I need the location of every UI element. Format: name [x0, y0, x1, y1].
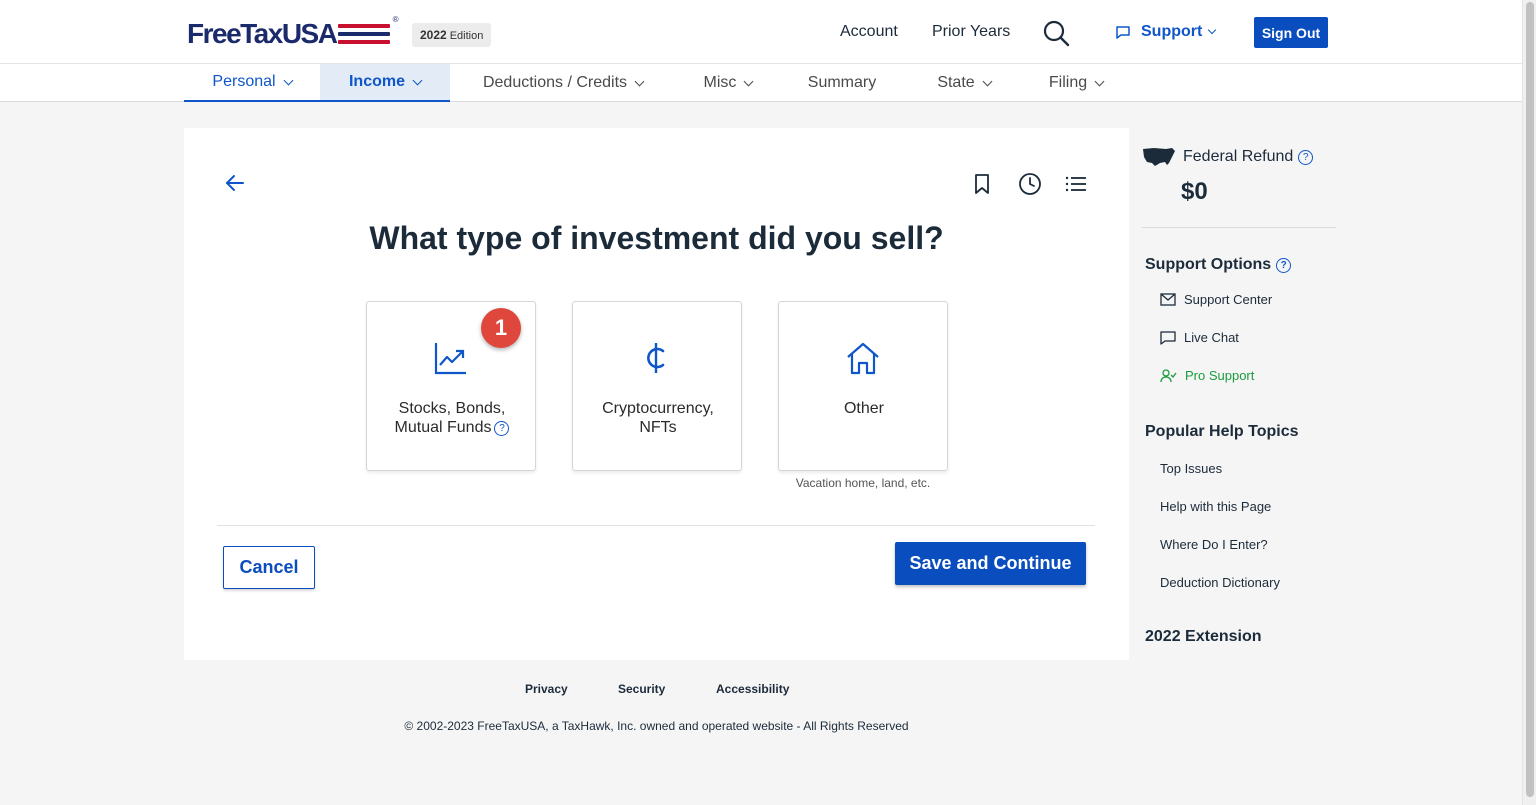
popular-help-topics-heading: Popular Help Topics — [1145, 423, 1299, 440]
help-question-icon[interactable]: ? — [494, 421, 510, 436]
top-header: FreeTaxUSA ® 2022 Edition Account Prior Y… — [0, 0, 1522, 64]
list-menu-icon[interactable] — [1064, 172, 1088, 196]
sign-out-button[interactable]: Sign Out — [1254, 17, 1328, 48]
support-menu[interactable]: Support — [1115, 23, 1217, 41]
history-clock-icon[interactable] — [1018, 172, 1042, 196]
tab-label: Personal — [212, 73, 276, 90]
option-other[interactable]: Other — [778, 301, 948, 471]
chevron-down-icon — [743, 76, 754, 86]
tab-personal[interactable]: Personal — [184, 64, 320, 102]
usa-map-icon — [1143, 148, 1175, 166]
bookmark-icon[interactable] — [970, 172, 994, 196]
support-options-heading: Support Options? — [1145, 256, 1292, 274]
option-other-sublabel: Vacation home, land, etc. — [795, 476, 931, 490]
tab-label: Misc — [703, 74, 737, 91]
tab-state[interactable]: State — [922, 64, 1006, 102]
extension-heading[interactable]: 2022 Extension — [1145, 628, 1262, 646]
search-icon[interactable] — [1042, 19, 1070, 47]
tab-filing[interactable]: Filing — [1036, 64, 1116, 102]
help-top-issues-link[interactable]: Top Issues — [1160, 461, 1222, 476]
federal-refund-row: Federal Refund ? — [1142, 146, 1314, 168]
chevron-down-icon — [634, 76, 645, 86]
option-label: Stocks, Bonds, Mutual Funds? — [367, 399, 537, 437]
chevron-down-icon — [1094, 76, 1105, 86]
tab-misc[interactable]: Misc — [690, 64, 766, 102]
where-do-i-enter-link[interactable]: Where Do I Enter? — [1160, 537, 1268, 552]
support-center-link[interactable]: Support Center — [1160, 292, 1272, 307]
envelope-icon — [1160, 293, 1176, 306]
chevron-down-icon — [1208, 25, 1217, 35]
main-nav: Personal Income Deductions / Credits Mis… — [0, 64, 1522, 102]
support-label: Support — [1141, 23, 1203, 40]
page-question: What type of investment did you sell? — [369, 220, 944, 256]
deduction-dictionary-link[interactable]: Deduction Dictionary — [1160, 575, 1280, 590]
prior-years-link[interactable]: Prior Years — [932, 23, 1010, 41]
accessibility-link[interactable]: Accessibility — [716, 682, 789, 696]
chevron-down-icon — [412, 75, 423, 85]
edition-badge: 2022 Edition — [412, 23, 492, 47]
main-card: What type of investment did you sell? St… — [184, 128, 1129, 660]
house-icon — [847, 342, 879, 375]
divider — [1142, 227, 1336, 228]
tab-label: Income — [348, 73, 405, 90]
copyright-text: © 2002-2023 FreeTaxUSA, a TaxHawk, Inc. … — [404, 719, 909, 733]
tab-deductions-credits[interactable]: Deductions / Credits — [464, 64, 662, 102]
chat-bubble-icon — [1160, 330, 1176, 345]
save-and-continue-button[interactable]: Save and Continue — [895, 542, 1086, 585]
federal-refund-label: Federal Refund — [1183, 148, 1294, 165]
security-link[interactable]: Security — [618, 682, 665, 696]
logo-flag-icon: ® — [338, 15, 398, 47]
option-label: Other — [843, 400, 884, 417]
page-scrollbar[interactable] — [1522, 0, 1536, 805]
option-label: Cryptocurrency, NFTs — [602, 400, 714, 436]
tab-label: Summary — [807, 74, 877, 91]
logo-text: FreeTaxUSA — [187, 18, 338, 49]
scrollbar-thumb[interactable] — [1526, 2, 1534, 797]
divider — [217, 525, 1095, 526]
help-question-icon[interactable]: ? — [1276, 258, 1292, 273]
chart-trend-icon — [434, 343, 466, 375]
chevron-down-icon — [982, 76, 993, 86]
tab-summary[interactable]: Summary — [796, 64, 888, 102]
federal-refund-amount: $0 — [1181, 178, 1208, 205]
user-check-icon — [1160, 368, 1177, 382]
cancel-button[interactable]: Cancel — [223, 546, 315, 589]
account-link[interactable]: Account — [840, 23, 898, 41]
cent-icon — [647, 343, 665, 373]
privacy-link[interactable]: Privacy — [525, 682, 568, 696]
help-question-icon[interactable]: ? — [1298, 149, 1314, 165]
freetaxusa-logo[interactable]: FreeTaxUSA ® — [187, 15, 398, 51]
help-with-page-link[interactable]: Help with this Page — [1160, 499, 1271, 514]
live-chat-link[interactable]: Live Chat — [1160, 330, 1239, 345]
chat-bubble-icon — [1116, 26, 1130, 39]
tab-label: Deductions / Credits — [482, 74, 628, 91]
pro-support-link[interactable]: Pro Support — [1160, 368, 1254, 383]
step-badge: 1 — [481, 308, 521, 348]
chevron-down-icon — [283, 75, 294, 85]
tab-income[interactable]: Income — [320, 64, 450, 102]
option-cryptocurrency[interactable]: Cryptocurrency, NFTs — [572, 301, 742, 471]
tab-label: State — [937, 74, 975, 91]
back-arrow-icon[interactable] — [224, 172, 246, 194]
tab-label: Filing — [1048, 74, 1088, 91]
